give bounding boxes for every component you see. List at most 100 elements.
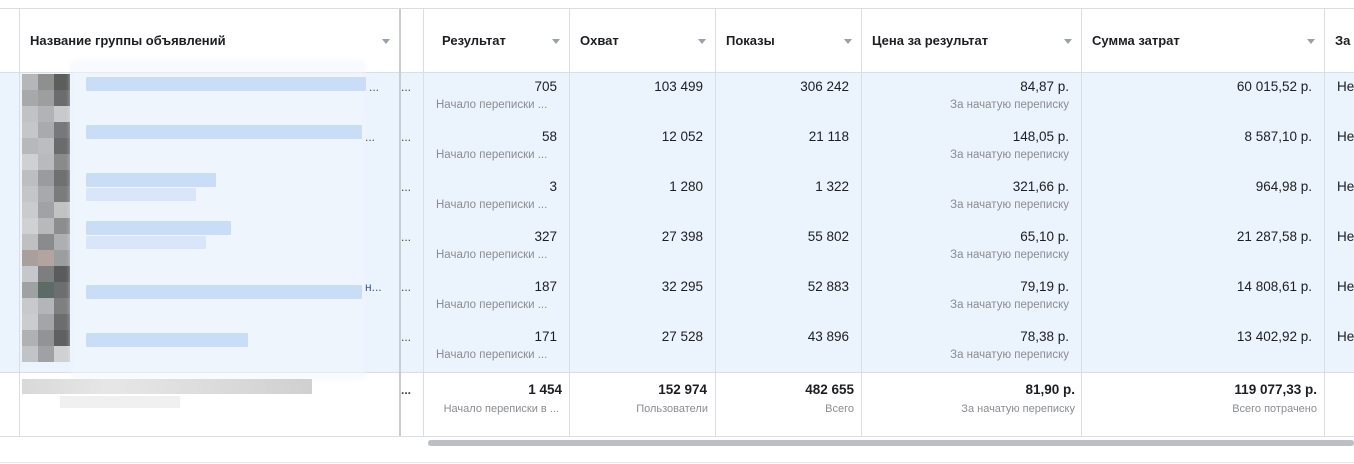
header-cost-per-result-label: Цена за результат [872, 33, 989, 48]
header-impressions[interactable]: Показы [716, 9, 861, 72]
cell-last: Не [1337, 179, 1354, 194]
thumbnail-column [22, 74, 72, 372]
truncation-mark: н... [365, 280, 382, 294]
cell-result: 187 [534, 279, 557, 294]
redacted-group-name [86, 188, 196, 201]
cell-cpr-sub: За начатую переписку [950, 349, 1069, 361]
column-divider [1324, 9, 1325, 436]
cell-cpr-sub: За начатую переписку [950, 99, 1069, 111]
total-spent-sub: Всего потрачено [1232, 403, 1317, 415]
cell-reach: 1 280 [669, 179, 703, 194]
horizontal-scrollbar[interactable] [428, 440, 1354, 446]
column-divider [715, 9, 716, 436]
row-ellipsis: ... [401, 280, 412, 294]
cell-spent: 13 402,92 р. [1236, 329, 1312, 344]
redacted-group-name[interactable] [86, 221, 231, 235]
redacted-totals-label [22, 379, 312, 394]
row-ellipsis: ... [401, 230, 412, 244]
total-cpr: 81,90 р. [1025, 382, 1075, 397]
cell-cpr-sub: За начатую переписку [950, 199, 1069, 211]
cell-impressions: 1 322 [815, 179, 849, 194]
sort-caret-icon[interactable] [552, 39, 560, 44]
cell-result: 3 [549, 179, 557, 194]
cell-cpr: 148,05 р. [1012, 129, 1069, 144]
sort-caret-icon[interactable] [1307, 39, 1315, 44]
ad-thumbnail[interactable] [22, 314, 70, 362]
cell-last: Не [1337, 279, 1354, 294]
cell-impressions: 43 896 [807, 329, 849, 344]
sort-caret-icon[interactable] [1064, 39, 1072, 44]
frozen-column-divider[interactable] [399, 9, 401, 436]
redacted-group-name[interactable] [86, 285, 362, 299]
header-amount-spent[interactable]: Сумма затрат [1082, 9, 1324, 72]
redaction-overlay [70, 60, 366, 380]
cell-spent: 21 287,58 р. [1236, 229, 1312, 244]
header-name-label: Название группы объявлений [30, 33, 226, 48]
ad-thumbnail[interactable] [22, 170, 70, 218]
redacted-totals-label [60, 396, 180, 408]
cell-spent: 60 015,52 р. [1236, 79, 1312, 94]
redacted-group-name[interactable] [86, 333, 248, 347]
header-result-label: Результат [442, 33, 506, 48]
header-last-label: За [1335, 33, 1351, 48]
cell-reach: 32 295 [661, 279, 703, 294]
cell-cpr: 321,66 р. [1012, 179, 1069, 194]
redacted-group-name [86, 236, 206, 249]
column-divider [19, 9, 20, 436]
cell-cpr-sub: За начатую переписку [950, 299, 1069, 311]
header-impressions-label: Показы [726, 33, 775, 48]
row-ellipsis: ... [401, 80, 412, 94]
cell-impressions: 306 242 [800, 79, 849, 94]
footer-border [0, 462, 1354, 463]
cell-result-sub: Начало переписки ... [436, 349, 548, 361]
cell-last: Не [1337, 229, 1354, 244]
cell-spent: 964,98 р. [1255, 179, 1312, 194]
cell-last: Не [1337, 129, 1354, 144]
row-ellipsis: ... [401, 330, 412, 344]
header-reach-label: Охват [580, 33, 619, 48]
sort-caret-icon[interactable] [698, 39, 706, 44]
total-reach: 152 974 [658, 382, 707, 397]
redacted-group-name[interactable] [86, 77, 366, 91]
column-divider [861, 9, 862, 436]
header-last[interactable]: За [1325, 9, 1354, 72]
row-ellipsis: ... [401, 180, 412, 194]
sort-caret-icon[interactable] [844, 39, 852, 44]
column-divider [569, 9, 570, 436]
cell-reach: 27 398 [661, 229, 703, 244]
cell-reach: 27 528 [661, 329, 703, 344]
column-divider [1081, 9, 1082, 436]
cell-result: 58 [541, 129, 557, 144]
sort-caret-icon[interactable] [382, 39, 390, 44]
redacted-group-name[interactable] [86, 125, 362, 139]
cell-cpr-sub: За начатую переписку [950, 149, 1069, 161]
cell-result-sub: Начало переписки ... [436, 299, 548, 311]
cell-spent: 8 587,10 р. [1244, 129, 1312, 144]
header-result[interactable]: Результат [424, 9, 569, 72]
truncation-mark: ... [369, 80, 380, 94]
cell-impressions: 55 802 [807, 229, 849, 244]
cell-cpr: 84,87 р. [1020, 79, 1069, 94]
total-result-sub: Начало переписки в ... [443, 403, 559, 415]
cell-cpr: 65,10 р. [1020, 229, 1069, 244]
ad-thumbnail[interactable] [22, 266, 70, 314]
ad-thumbnail[interactable] [22, 122, 70, 170]
header-amount-spent-label: Сумма затрат [1092, 33, 1180, 48]
cell-result-sub: Начало переписки ... [436, 99, 548, 111]
total-reach-sub: Пользователи [636, 403, 708, 415]
cell-reach: 12 052 [661, 129, 703, 144]
truncation-mark: ... [365, 130, 376, 144]
header-reach[interactable]: Охват [570, 9, 715, 72]
cell-cpr: 79,19 р. [1020, 279, 1069, 294]
cell-result-sub: Начало переписки ... [436, 249, 548, 261]
ad-thumbnail[interactable] [22, 74, 70, 122]
cell-spent: 14 808,61 р. [1236, 279, 1312, 294]
header-cost-per-result[interactable]: Цена за результат [862, 9, 1081, 72]
redacted-group-name[interactable] [86, 173, 216, 187]
cell-result: 327 [534, 229, 557, 244]
ad-thumbnail[interactable] [22, 218, 70, 266]
column-divider [423, 9, 424, 436]
cell-result: 171 [534, 329, 557, 344]
cell-result-sub: Начало переписки ... [436, 199, 548, 211]
cell-last: Не [1337, 329, 1354, 344]
